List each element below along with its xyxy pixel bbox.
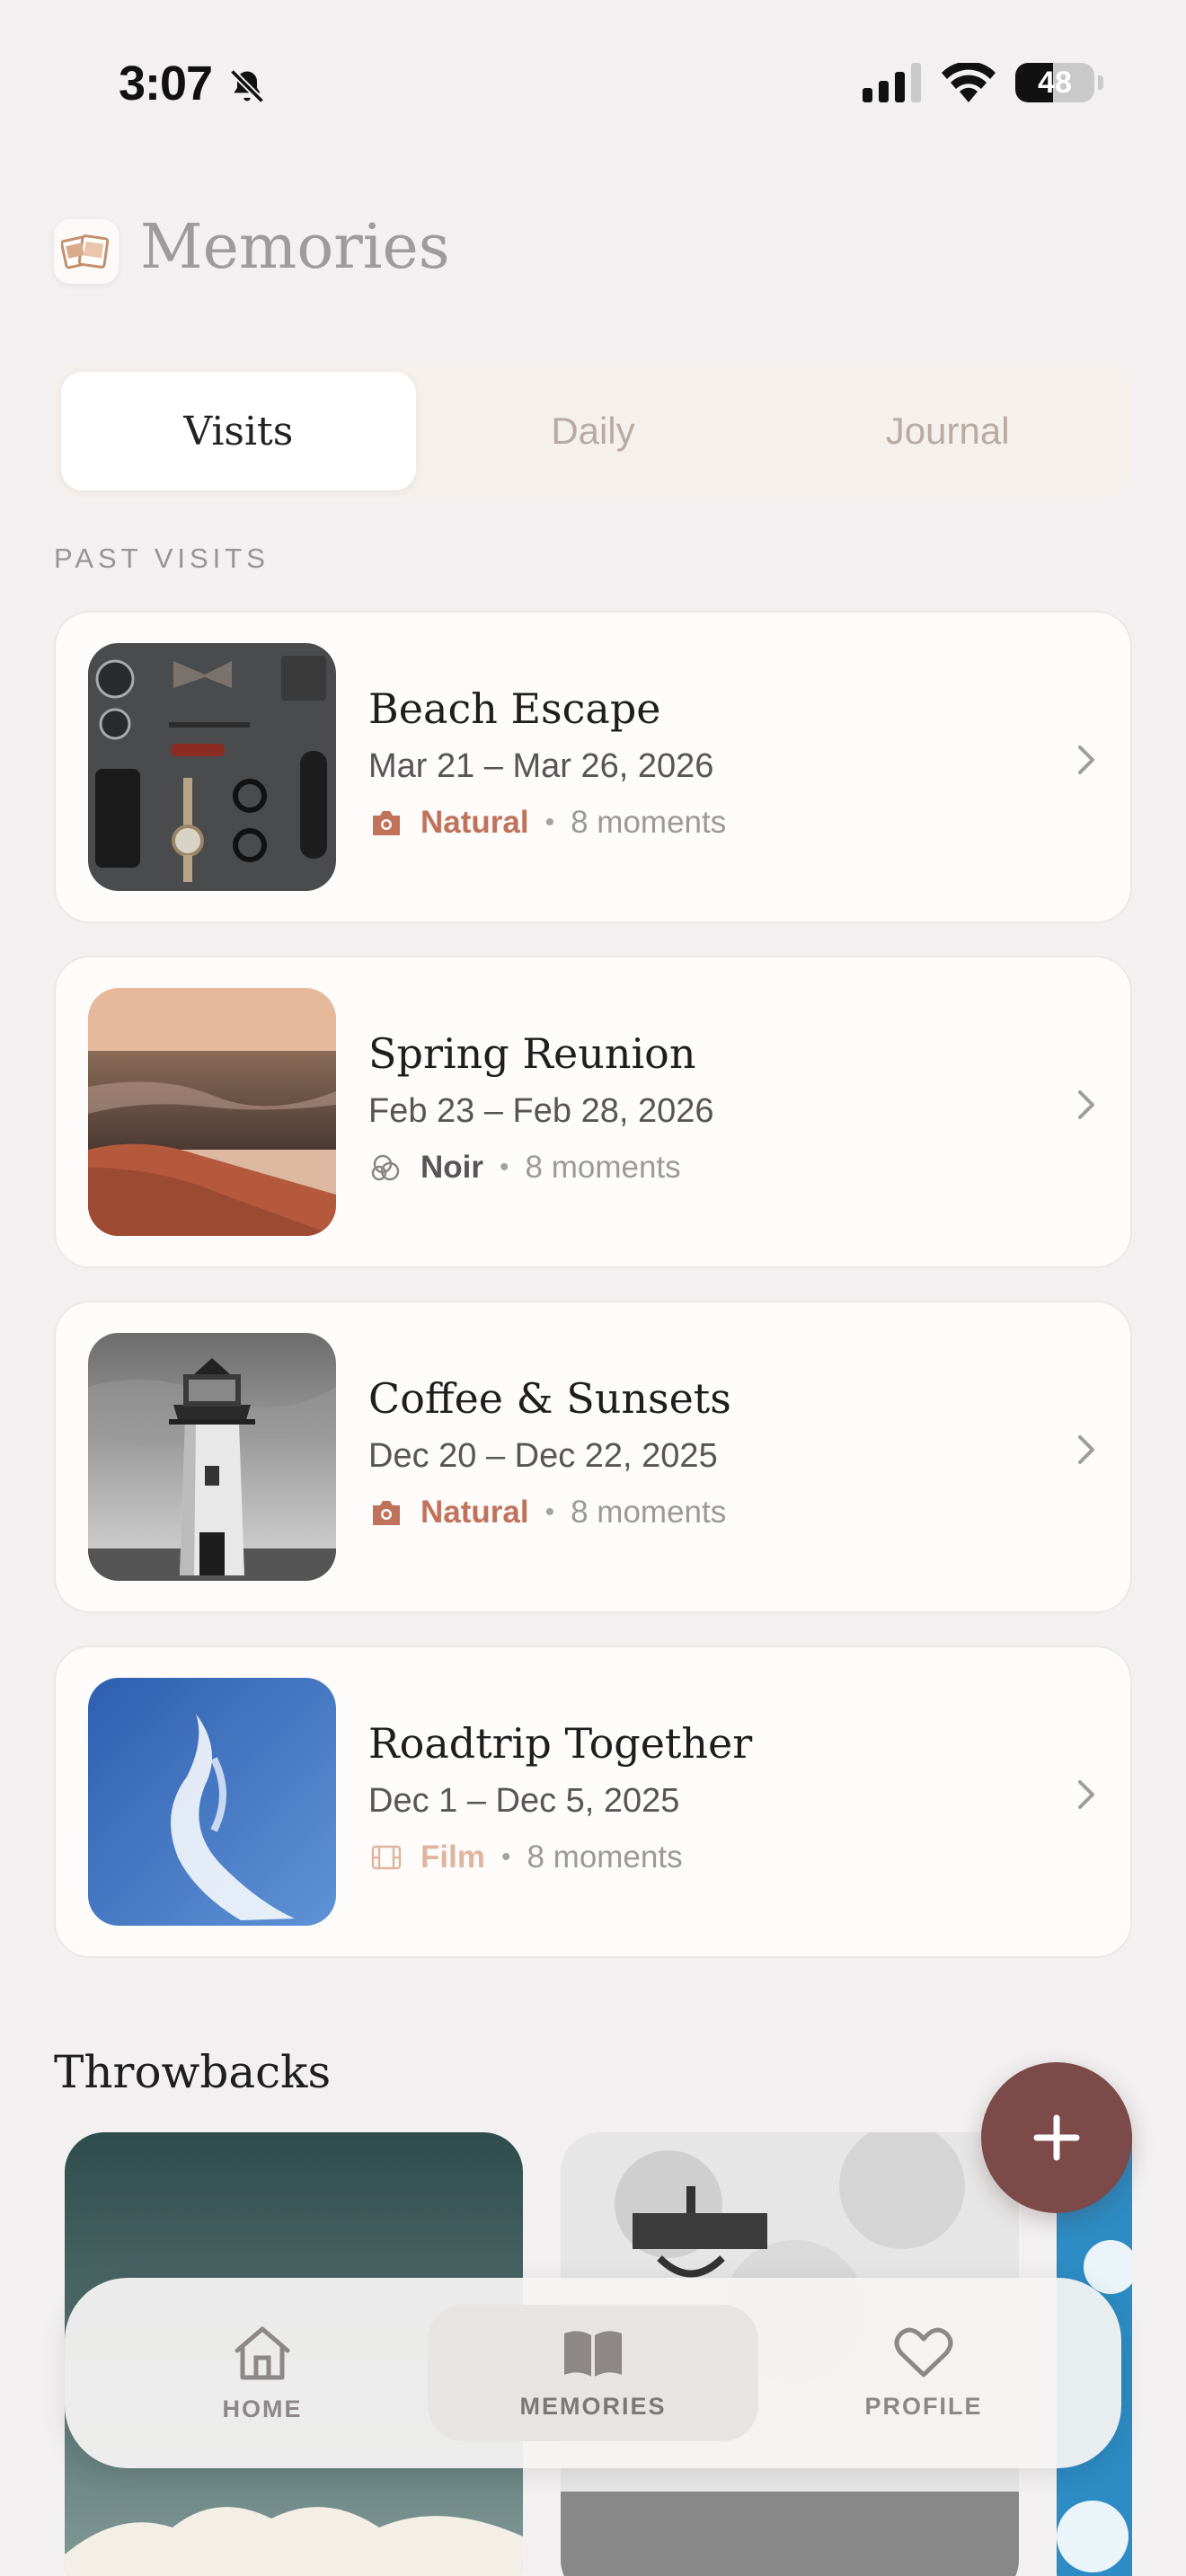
view-segmented-control: Visits Daily Journal [54, 365, 1132, 498]
photo-stack-icon [54, 219, 119, 284]
visit-title: Beach Escape [368, 684, 661, 733]
filter-name: Natural [420, 1495, 529, 1530]
separator-dot: • [500, 1152, 509, 1182]
visit-dates: Mar 21 – Mar 26, 2026 [368, 747, 714, 785]
film-icon [368, 1839, 404, 1875]
chevron-right-icon [1073, 1432, 1100, 1472]
battery-icon: 48 [1015, 63, 1094, 102]
camera-icon [368, 1495, 404, 1531]
tab-home-label: HOME [222, 2395, 303, 2422]
visit-thumbnail [88, 1333, 336, 1581]
chevron-right-icon [1073, 742, 1100, 782]
bell-slash-icon [227, 66, 267, 110]
section-label: PAST VISITS [54, 543, 270, 574]
visit-card[interactable]: Coffee & Sunsets Dec 20 – Dec 22, 2025 N… [54, 1301, 1132, 1613]
visit-meta: Natural • 8 moments [368, 1495, 726, 1531]
visit-title: Spring Reunion [368, 1029, 696, 1078]
visit-meta: Film • 8 moments [368, 1839, 683, 1875]
bottom-tab-bar: HOME MEMORIES PROFILE [65, 2278, 1121, 2468]
filter-name: Natural [420, 805, 529, 840]
house-icon [235, 2326, 290, 2379]
tab-memories-label: MEMORIES [519, 2392, 667, 2420]
camera-icon [368, 805, 404, 841]
status-time: 3:07 [119, 57, 213, 110]
segment-daily[interactable]: Daily [416, 372, 771, 490]
tab-home[interactable]: HOME [97, 2305, 428, 2441]
visit-card[interactable]: Spring Reunion Feb 23 – Feb 28, 2026 Noi… [54, 956, 1132, 1268]
battery-percent: 48 [1038, 65, 1072, 100]
heart-icon [894, 2327, 953, 2377]
filter-name: Noir [420, 1150, 483, 1185]
moments-count: 8 moments [571, 1495, 727, 1530]
moments-count: 8 moments [571, 805, 727, 840]
visit-dates: Dec 1 – Dec 5, 2025 [368, 1782, 680, 1820]
plus-icon [1033, 2114, 1080, 2161]
separator-dot: • [500, 1842, 511, 1872]
segment-visits[interactable]: Visits [61, 372, 416, 490]
visit-thumbnail [88, 1678, 336, 1926]
moments-count: 8 moments [527, 1839, 683, 1875]
separator-dot: • [544, 807, 555, 837]
add-memory-button[interactable] [981, 2062, 1132, 2213]
open-book-icon [564, 2330, 622, 2377]
chevron-right-icon [1073, 1087, 1100, 1127]
overlap-circles-icon [368, 1150, 404, 1186]
tab-memories[interactable]: MEMORIES [428, 2305, 758, 2441]
moments-count: 8 moments [525, 1150, 681, 1185]
tab-profile[interactable]: PROFILE [758, 2305, 1089, 2441]
visit-title: Roadtrip Together [368, 1719, 753, 1768]
wifi-icon [942, 63, 996, 102]
visit-card[interactable]: Beach Escape Mar 21 – Mar 26, 2026 Natur… [54, 611, 1132, 923]
visit-dates: Feb 23 – Feb 28, 2026 [368, 1092, 714, 1130]
page-title: Memories [140, 212, 450, 283]
visit-meta: Noir • 8 moments [368, 1150, 681, 1186]
throwbacks-title: Throwbacks [54, 2046, 332, 2098]
segment-journal[interactable]: Journal [770, 372, 1125, 490]
visit-thumbnail [88, 643, 336, 891]
tab-profile-label: PROFILE [864, 2392, 983, 2420]
separator-dot: • [544, 1497, 555, 1527]
chevron-right-icon [1073, 1777, 1100, 1817]
status-indicators: 48 [863, 63, 1103, 102]
visit-dates: Dec 20 – Dec 22, 2025 [368, 1437, 718, 1475]
visit-thumbnail [88, 988, 336, 1236]
visit-meta: Natural • 8 moments [368, 805, 726, 841]
signal-icon [863, 63, 921, 102]
filter-name: Film [420, 1839, 485, 1875]
visit-title: Coffee & Sunsets [368, 1374, 731, 1423]
visit-card[interactable]: Roadtrip Together Dec 1 – Dec 5, 2025 Fi… [54, 1645, 1132, 1958]
